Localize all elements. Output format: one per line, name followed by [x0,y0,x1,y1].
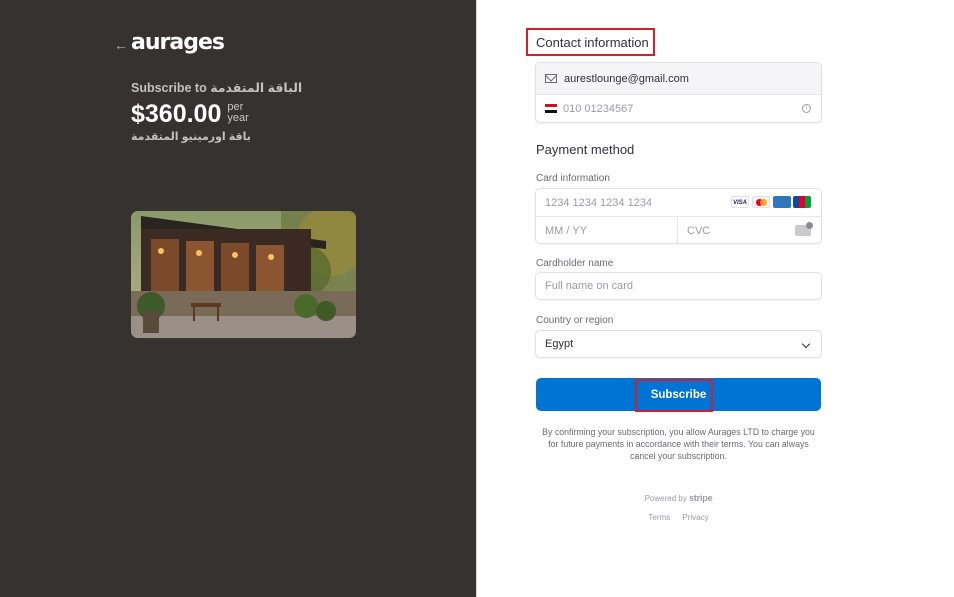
footer-links: Terms Privacy [536,512,821,523]
card-number-placeholder: 1234 1234 1234 1234 [545,196,653,209]
cardholder-name-input[interactable]: Full name on card [535,272,822,300]
cardholder-placeholder: Full name on card [545,280,634,292]
cvc-placeholder: CVC [687,225,711,237]
card-number-input[interactable]: 1234 1234 1234 1234 VISA [536,189,821,216]
mastercard-icon [752,196,770,208]
amex-icon [773,196,791,208]
stripe-logo: stripe [689,493,713,503]
chevron-down-icon [801,339,811,349]
egypt-flag-icon[interactable] [545,104,557,113]
country-region-label: Country or region [536,315,614,326]
product-description: باقة اورمينيو المتقدمة [131,131,251,143]
country-value: Egypt [545,338,574,350]
payment-method-title: Payment method [536,142,635,157]
powered-by-label: Powered by [644,494,687,503]
email-field[interactable]: aurestlounge@gmail.com [536,63,821,94]
phone-field[interactable]: 010 01234567 i [536,95,821,122]
back-arrow-icon[interactable]: ← [114,38,128,52]
panel-divider [476,0,477,597]
card-information-label: Card information [536,173,610,184]
restaurant-photo [131,211,356,338]
contact-title-highlight [526,28,655,56]
expiry-input[interactable]: MM / YY [536,217,678,245]
info-icon[interactable]: i [802,104,811,113]
price-row: $360.00 per year [131,99,249,129]
aurages-logo[interactable]: aurages [131,29,225,57]
card-fields-group: 1234 1234 1234 1234 VISA MM / YY CVC [535,188,822,245]
contact-fields-group: aurestlounge@gmail.com 010 01234567 i [535,62,822,123]
cvc-card-icon [795,222,813,236]
jcb-icon [793,196,811,208]
phone-placeholder: 010 01234567 [563,102,634,115]
country-select[interactable]: Egypt [535,330,822,358]
envelope-icon [545,74,557,83]
subscription-terms-text: By confirming your subscription, you all… [542,427,815,462]
period-year: year [227,112,249,124]
billing-period: per year [227,102,248,124]
cvc-input[interactable]: CVC [678,217,821,245]
privacy-link[interactable]: Privacy [682,513,708,522]
cardholder-name-label: Cardholder name [536,258,614,269]
visa-icon: VISA [731,196,749,208]
expiry-placeholder: MM / YY [545,225,587,237]
price-amount: $360.00 [131,100,222,128]
terms-link[interactable]: Terms [648,513,670,522]
subscribe-highlight [635,379,713,412]
product-image [131,211,356,338]
subscribe-to-title: Subscribe to الباقة المتقدمة [131,81,303,95]
powered-by-stripe[interactable]: Powered by stripe [536,493,821,504]
logo-text: aurages [131,30,225,55]
expiry-cvc-row: MM / YY CVC [536,217,821,245]
email-value: aurestlounge@gmail.com [564,72,689,85]
